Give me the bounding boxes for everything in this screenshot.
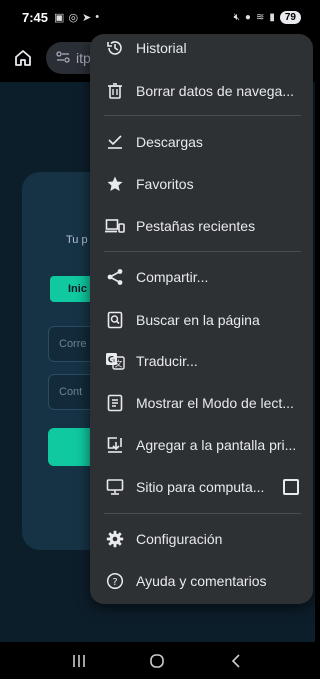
menu-item-label: Borrar datos de navega... <box>136 83 294 99</box>
translate-icon: G文 <box>104 350 126 372</box>
battery-indicator: 79 <box>279 10 301 24</box>
system-navigation-bar <box>0 642 315 679</box>
menu-item-label: Descargas <box>136 134 203 150</box>
svg-text:文: 文 <box>115 359 123 369</box>
url-text: itp <box>76 50 91 66</box>
home-button-icon[interactable] <box>142 653 172 669</box>
devices-icon <box>104 215 126 237</box>
recent-apps-icon[interactable] <box>64 654 94 668</box>
share-icon <box>104 266 126 288</box>
menu-item-label: Sitio para computa... <box>136 479 265 495</box>
home-icon[interactable] <box>12 47 34 69</box>
screenshot-icon: ▣ <box>54 11 65 24</box>
menu-item-label: Agregar a la pantalla pri... <box>136 437 297 453</box>
menu-item-label: Historial <box>136 40 187 56</box>
instagram-icon: ◎ <box>68 11 79 24</box>
menu-item-label: Compartir... <box>136 269 209 285</box>
gear-icon <box>104 528 126 550</box>
add-to-home-icon <box>104 434 126 456</box>
menu-item-translate[interactable]: G文 Traducir... <box>90 341 313 381</box>
menu-item-reader-mode[interactable]: Mostrar el Modo de lect... <box>90 383 313 423</box>
phone-screen: 7:45 ▣ ◎ ➤ • 🔇︎ ● ≋ ▮ 79 itp Tu p Inic C… <box>0 0 315 679</box>
menu-item-label: Traducir... <box>136 353 198 369</box>
menu-item-label: Mostrar el Modo de lect... <box>136 395 294 411</box>
desktop-site-checkbox[interactable] <box>283 479 299 495</box>
back-icon[interactable] <box>221 653 251 669</box>
menu-item-bookmarks[interactable]: Favoritos <box>90 164 313 204</box>
mute-icon: 🔇︎ <box>233 11 240 23</box>
trash-icon <box>104 80 126 102</box>
menu-item-recent-tabs[interactable]: Pestañas recientes <box>90 206 313 246</box>
menu-divider <box>104 115 301 116</box>
system-icons: 🔇︎ ● ≋ ▮ 79 <box>233 10 301 24</box>
find-in-page-icon <box>104 309 126 331</box>
menu-item-label: Favoritos <box>136 176 194 192</box>
dot-icon: • <box>95 11 100 23</box>
menu-item-label: Configuración <box>136 531 223 547</box>
menu-item-share[interactable]: Compartir... <box>90 257 313 297</box>
card-subtitle: Tu p <box>66 234 88 246</box>
location-icon: ● <box>244 11 251 23</box>
help-icon: ? <box>104 570 126 592</box>
telegram-icon: ➤ <box>82 11 92 24</box>
menu-item-label: Ayuda y comentarios <box>136 573 267 589</box>
menu-item-label: Buscar en la página <box>136 312 260 328</box>
menu-item-downloads[interactable]: Descargas <box>90 122 313 162</box>
history-icon <box>104 37 126 59</box>
menu-item-desktop-site[interactable]: Sitio para computa... <box>90 467 313 507</box>
status-time: 7:45 <box>22 9 49 25</box>
download-check-icon <box>104 131 126 153</box>
wifi-icon: ≋ <box>255 11 265 23</box>
notification-icons: ▣ ◎ ➤ • <box>54 11 99 24</box>
site-settings-icon[interactable] <box>56 50 70 66</box>
desktop-icon <box>104 476 126 498</box>
reader-mode-icon <box>104 392 126 414</box>
menu-divider <box>104 513 301 514</box>
menu-item-find-in-page[interactable]: Buscar en la página <box>90 300 313 340</box>
menu-item-clear-data[interactable]: Borrar datos de navega... <box>90 71 313 111</box>
menu-item-history[interactable]: Historial <box>90 28 313 68</box>
menu-item-help[interactable]: ? Ayuda y comentarios <box>90 561 313 601</box>
star-icon <box>104 173 126 195</box>
signal-icon: ▮ <box>269 11 275 23</box>
menu-item-settings[interactable]: Configuración <box>90 519 313 559</box>
menu-divider <box>104 251 301 252</box>
menu-item-label: Pestañas recientes <box>136 218 256 234</box>
menu-item-add-to-home[interactable]: Agregar a la pantalla pri... <box>90 425 313 465</box>
svg-text:?: ? <box>112 577 117 588</box>
browser-overflow-menu: Historial Borrar datos de navega... Desc… <box>90 34 313 604</box>
